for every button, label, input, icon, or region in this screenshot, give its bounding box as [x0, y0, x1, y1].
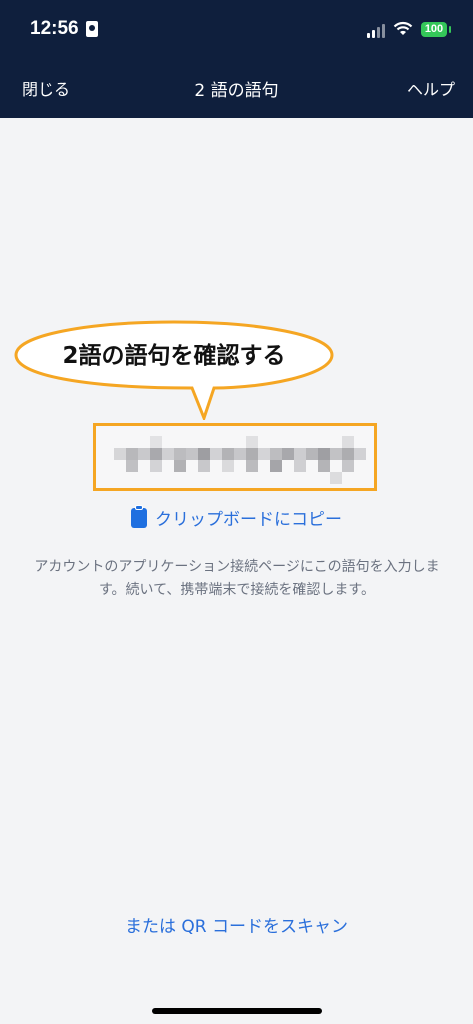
battery-indicator: 100 — [421, 22, 451, 37]
cellular-signal-icon — [367, 24, 387, 38]
clipboard-icon — [131, 505, 147, 528]
copy-to-clipboard-link[interactable]: クリップボードにコピー — [0, 505, 473, 530]
status-bar: 12:56 100 — [0, 0, 473, 62]
home-indicator — [152, 1008, 322, 1014]
status-time: 12:56 — [30, 18, 79, 39]
copy-label: クリップボードにコピー — [155, 510, 342, 530]
callout-bubble — [14, 320, 334, 420]
page-title: 2 語の語句 — [194, 81, 279, 101]
two-word-phrase-display — [93, 423, 377, 491]
scan-qr-code-link[interactable]: または QR コードをスキャン — [0, 912, 473, 937]
id-badge-icon — [86, 21, 98, 37]
wifi-icon — [393, 21, 413, 35]
callout-text: 2語の語句を確認する — [62, 343, 286, 369]
navigation-bar: 閉じる 2 語の語句 ヘルプ — [0, 62, 473, 118]
help-button[interactable]: ヘルプ — [407, 76, 455, 100]
instruction-text: アカウントのアプリケーション接続ページにこの語句を入力します。続いて、携帯端末で… — [34, 559, 440, 598]
